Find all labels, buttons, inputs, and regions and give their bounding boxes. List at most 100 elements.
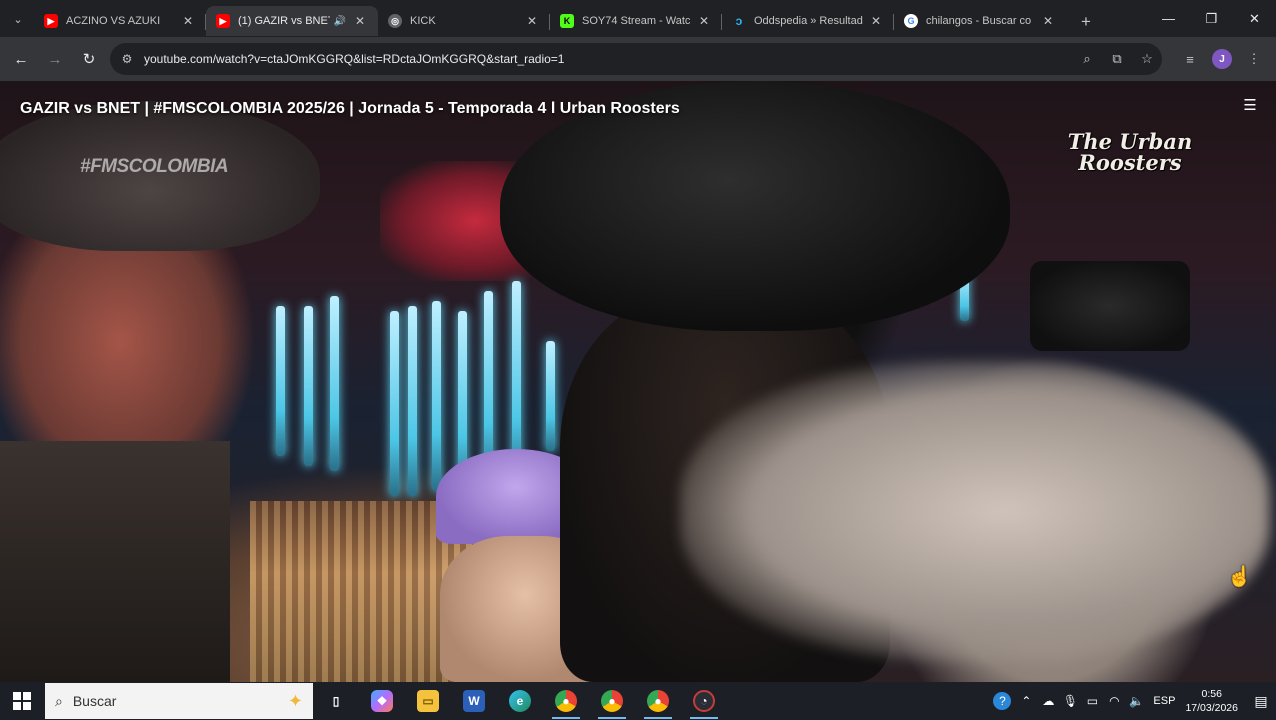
screen-recorder-app[interactable]: ◔ [681,682,727,720]
battery-icon[interactable]: ▭ [1081,694,1103,708]
close-window-button[interactable]: ✕ [1233,0,1276,37]
folder-icon: ▭ [417,690,439,712]
chrome-icon: ● [647,690,669,712]
close-icon[interactable]: ✕ [180,14,196,28]
tab-oddspedia[interactable]: ↄ Oddspedia » Resultad ✕ [722,6,894,36]
fms-watermark: #FMSCOLOMBIA [80,156,229,177]
arrow-left-icon: ← [13,50,29,68]
tab-title: (1) GAZIR vs BNET [238,15,330,27]
kick-icon: K [560,14,574,28]
recorder-icon: ◔ [693,690,715,712]
stage-light-bar [276,306,285,456]
clock-date: 17/03/2026 [1185,702,1238,714]
close-icon[interactable]: ✕ [524,14,540,28]
forward-button[interactable]: → [40,44,70,74]
window-controls: — ❐ ✕ [1147,0,1276,37]
start-button[interactable] [0,682,44,720]
restore-icon: ❐ [1205,10,1218,26]
youtube-icon: ▶ [216,14,230,28]
restore-button[interactable]: ❐ [1190,0,1233,37]
back-button[interactable]: ← [6,44,36,74]
video-title[interactable]: GAZIR vs BNET | #FMSCOLOMBIA 2025/26 | J… [20,100,680,118]
menu-dots-icon[interactable]: ⋮ [1238,45,1270,73]
video-player[interactable]: GAZIR vs BNET | #FMSCOLOMBIA 2025/26 | J… [0,81,1276,682]
stage-light-bar [330,296,339,471]
copilot-sparkle-icon: ✦ [287,690,303,711]
tab-title: Oddspedia » Resultad [754,15,863,27]
edge-app[interactable]: e [497,682,543,720]
file-explorer-app[interactable]: ▭ [405,682,451,720]
chrome-app-3[interactable]: ● [635,682,681,720]
stage-light-bar [432,301,441,491]
urban-roosters-logo: The Urban Roosters [1062,131,1198,173]
task-view-icon: ▯ [332,694,340,708]
search-placeholder: Buscar [72,693,117,709]
tab-title: ACZINO VS AZUKI [66,15,161,27]
media-control-icon[interactable]: ≡ [1174,45,1206,73]
tab-kick[interactable]: ◎ KICK ✕ [378,6,550,36]
copilot-app[interactable]: ❖ [359,682,405,720]
omnibox-actions: ⌕ ⧉ ☆ [1072,51,1162,67]
wifi-icon[interactable]: ◠ [1103,694,1125,708]
tab-title: KICK [410,15,436,27]
stage-light-bar [408,306,417,496]
windows-logo-icon [13,692,31,710]
playlist-icon[interactable]: ☰ [1240,96,1260,116]
address-bar[interactable]: ⚙ youtube.com/watch?v=ctaJOmKGGRQ&list=R… [110,43,1162,75]
tab-search-button[interactable]: ⌄ [6,7,30,31]
clock[interactable]: 0:56 17/03/2026 [1185,687,1238,715]
word-icon: W [463,690,485,712]
toolbar-right: ≡ J ⋮ [1174,45,1270,73]
clock-time: 0:56 [1201,688,1222,700]
arrow-right-icon: → [47,50,63,68]
tab-chilangos[interactable]: G chilangos - Buscar co ✕ [894,6,1066,36]
help-icon[interactable]: ? [989,692,1015,710]
profile-avatar[interactable]: J [1212,49,1232,69]
chrome-app-1[interactable]: ● [543,682,589,720]
close-icon[interactable]: ✕ [352,14,368,28]
person-left-body [0,441,230,682]
browser-toolbar: ← → ↻ ⚙ youtube.com/watch?v=ctaJOmKGGRQ&… [0,37,1276,81]
cast-icon[interactable]: ⧉ [1102,51,1132,67]
chrome-icon: ● [601,690,623,712]
notification-icon[interactable]: ▤ [1246,693,1276,710]
volume-icon[interactable]: 🔈 [1125,694,1147,708]
minimize-icon: — [1162,11,1175,26]
bookmark-star-icon[interactable]: ☆ [1132,51,1162,67]
stage-light-bar [390,311,399,496]
person-center-hat [500,81,1010,331]
speaker-icon[interactable]: 🔊 [334,16,346,27]
close-icon: ✕ [1249,10,1260,26]
tab-gazir-vs-bnet[interactable]: ▶ (1) GAZIR vs BNET 🔊 ✕ [206,6,378,36]
tab-title: chilangos - Buscar co [926,15,1032,27]
task-view-button[interactable]: ▯ [313,682,359,720]
tab-aczino[interactable]: ▶ ACZINO VS AZUKI ✕ [34,6,206,36]
reload-button[interactable]: ↻ [74,44,104,74]
close-icon[interactable]: ✕ [696,14,712,28]
language-indicator[interactable]: ESP [1153,695,1175,707]
logo-line: Roosters [1078,150,1182,175]
taskbar-search[interactable]: ⌕ Buscar ✦ [45,683,313,719]
close-icon[interactable]: ✕ [1040,14,1056,28]
logo-line: The Urban [1067,129,1193,154]
site-info-icon[interactable]: ⚙ [110,52,144,66]
globe-icon: ◎ [388,14,402,28]
chrome-app-2[interactable]: ● [589,682,635,720]
plus-icon: + [1081,12,1091,31]
word-app[interactable]: W [451,682,497,720]
microphone-icon[interactable]: 🎙 [1059,694,1081,708]
blurred-fist [680,361,1270,661]
close-icon[interactable]: ✕ [868,14,884,28]
youtube-icon: ▶ [44,14,58,28]
hand-cursor-icon: ☝ [1227,566,1252,588]
zoom-icon[interactable]: ⌕ [1072,51,1102,67]
stage-light-bar [304,306,313,466]
minimize-button[interactable]: — [1147,0,1190,37]
oddspedia-icon: ↄ [735,14,743,28]
url-text[interactable]: youtube.com/watch?v=ctaJOmKGGRQ&list=RDc… [144,52,1072,66]
onedrive-icon[interactable]: ☁ [1037,694,1059,708]
new-tab-button[interactable]: + [1072,8,1100,36]
chevron-up-icon[interactable]: ⌃ [1015,694,1037,708]
tab-soy74[interactable]: K SOY74 Stream - Watc ✕ [550,6,722,36]
chevron-down-icon: ⌄ [13,13,23,26]
